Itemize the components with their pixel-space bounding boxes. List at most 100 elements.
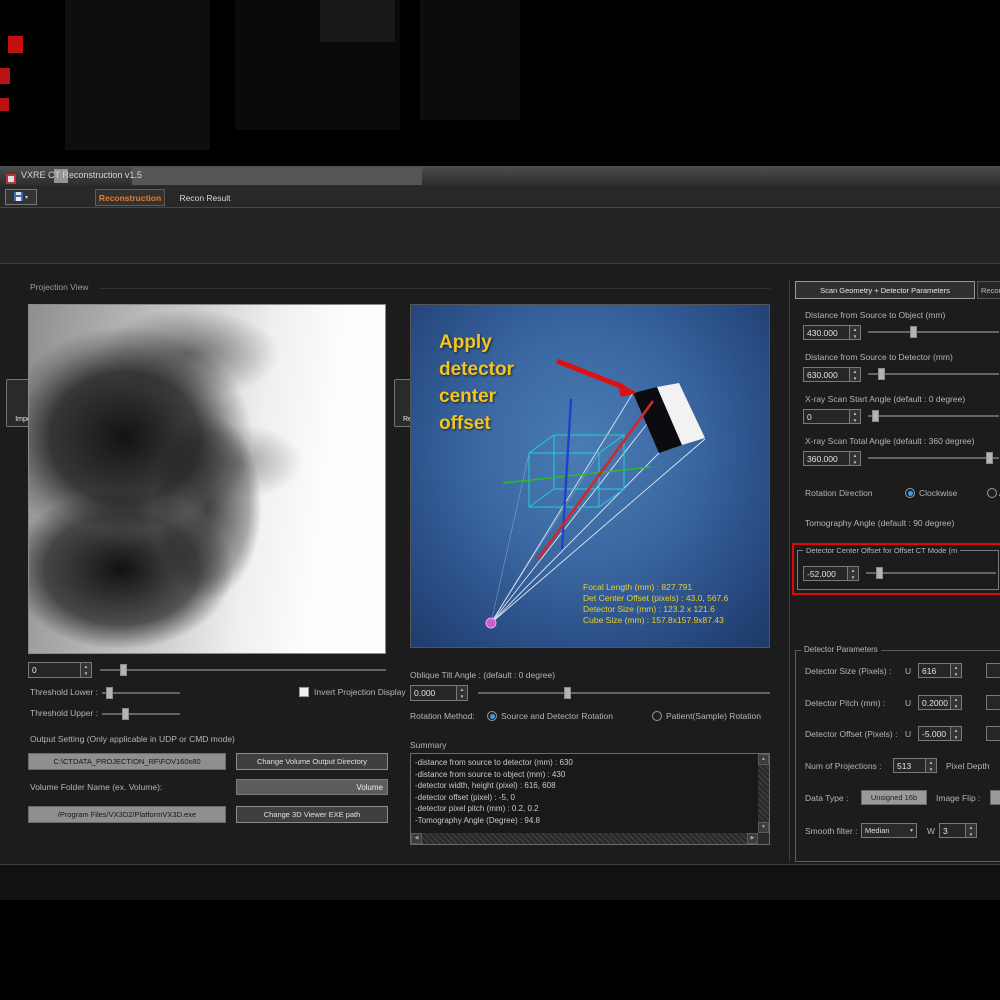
- title-bar[interactable]: VXRE CT Reconstruction v1.5: [0, 166, 1000, 186]
- spinner-arrows-icon[interactable]: ▲▼: [849, 368, 860, 381]
- detector-size-u-spinner[interactable]: 616 ▲▼: [918, 663, 962, 678]
- detector-center-offset-spinner[interactable]: -52.000 ▲▼: [803, 566, 859, 581]
- summary-title: Summary: [410, 740, 446, 750]
- threshold-lower-label: Threshold Lower :: [30, 687, 98, 697]
- clockwise-label: Clockwise: [919, 488, 957, 498]
- slider-handle[interactable]: [878, 368, 885, 380]
- smooth-window-spinner[interactable]: 3 ▲▼: [939, 823, 977, 838]
- frame-spinner[interactable]: 0 ▲▼: [28, 662, 92, 678]
- spinner-arrows-icon[interactable]: ▲▼: [965, 824, 976, 837]
- smooth-filter-dropdown[interactable]: Median ▾: [861, 823, 917, 838]
- num-projections-spinner[interactable]: 513 ▲▼: [893, 758, 937, 773]
- pixel-depth-label: Pixel Depth: [946, 761, 989, 771]
- clockwise-radio[interactable]: [905, 488, 915, 498]
- spinner-arrows-icon[interactable]: ▲▼: [950, 696, 961, 709]
- detector-offset-u-spinner[interactable]: -5.000 ▲▼: [918, 726, 962, 741]
- slider-handle[interactable]: [986, 452, 993, 464]
- anticlockwise-radio[interactable]: [987, 488, 997, 498]
- param-value: -52.000: [804, 567, 847, 580]
- oblique-tilt-spinner[interactable]: 0.000 ▲▼: [410, 685, 468, 701]
- volume-folder-label: Volume Folder Name (ex. Volume):: [30, 782, 162, 792]
- tomography-angle-label: Tomography Angle (default : 90 degree): [805, 518, 954, 528]
- detector-parameters-title: Detector Parameters: [801, 645, 881, 654]
- spinner-arrows-icon[interactable]: ▲▼: [950, 664, 961, 677]
- detector-offset-label: Detector Offset (Pixels) :: [805, 729, 897, 739]
- frame-slider[interactable]: [100, 663, 386, 677]
- spinner-arrows-icon[interactable]: ▲▼: [849, 452, 860, 465]
- slider-handle[interactable]: [106, 687, 113, 699]
- threshold-upper-slider[interactable]: [102, 707, 180, 721]
- geometry-3d-view[interactable]: Apply detector center offset Focal Lengt…: [410, 304, 770, 648]
- invert-projection-checkbox[interactable]: [299, 687, 309, 697]
- spinner-arrows-icon[interactable]: ▲▼: [847, 567, 858, 580]
- param-value: 3: [940, 824, 965, 837]
- image-flip-label: Image Flip :: [936, 793, 980, 803]
- source-detector-distance-spinner[interactable]: 630.000 ▲▼: [803, 367, 861, 382]
- viewer-exe-path-button[interactable]: /Program Files/VX3D2/PlatformVX3D.exe: [28, 806, 226, 823]
- tab-reconstruction[interactable]: Reconstruction: [95, 189, 165, 206]
- param-value: 630.000: [804, 368, 849, 381]
- scan-start-angle-slider[interactable]: [868, 409, 999, 423]
- spinner-arrows-icon[interactable]: ▲▼: [456, 686, 467, 700]
- screen: VXRE CT Reconstruction v1.5 ▾ Reconstruc…: [0, 0, 1000, 1000]
- slider-handle[interactable]: [876, 567, 883, 579]
- summary-text: -distance from source to detector (mm) :…: [415, 757, 755, 831]
- scan-total-angle-spinner[interactable]: 360.000 ▲▼: [803, 451, 861, 466]
- detector-pitch-v-spinner[interactable]: ▲▼: [986, 695, 1000, 710]
- threshold-lower-slider[interactable]: [102, 686, 180, 700]
- scroll-up-icon[interactable]: ▲: [758, 754, 769, 765]
- num-projections-label: Num of Projections :: [805, 761, 882, 771]
- app-bottom-strip: [0, 865, 1000, 900]
- detector-pitch-u-spinner[interactable]: 0.2000 ▲▼: [918, 695, 962, 710]
- spinner-arrows-icon[interactable]: ▲▼: [849, 410, 860, 423]
- tab-scan-geometry[interactable]: Scan Geometry + Detector Parameters: [795, 281, 975, 299]
- param-value: 616: [919, 664, 950, 677]
- param-label: X-ray Scan Total Angle (default : 360 de…: [805, 436, 974, 446]
- output-directory-path-button[interactable]: C:\CTDATA_PROJECTION_RF\FOV160x80: [28, 753, 226, 770]
- scroll-left-icon[interactable]: ◀: [411, 833, 422, 844]
- spinner-arrows-icon[interactable]: ▲▼: [925, 759, 936, 772]
- bottom-black-bar: [0, 900, 1000, 1000]
- change-output-directory-button[interactable]: Change Volume Output Directory: [236, 753, 388, 770]
- source-object-distance-slider[interactable]: [868, 325, 999, 339]
- quick-save-button[interactable]: ▾: [5, 189, 37, 205]
- projection-image: [28, 304, 386, 654]
- detector-size-v-spinner[interactable]: ▲▼: [986, 663, 1000, 678]
- spinner-arrows-icon[interactable]: ▲▼: [849, 326, 860, 339]
- toolbar: [0, 208, 1000, 264]
- data-type-button[interactable]: Unsigned 16b: [861, 790, 927, 805]
- image-flip-button[interactable]: [990, 790, 1000, 805]
- tab-recon[interactable]: Recon: [977, 281, 1000, 299]
- menu-bar: ▾ Reconstruction Recon Result: [0, 186, 1000, 208]
- detector-center-offset-slider[interactable]: [866, 566, 996, 580]
- frame-value: 0: [29, 663, 80, 677]
- spinner-arrows-icon[interactable]: ▲▼: [950, 727, 961, 740]
- patient-rotation-radio[interactable]: [652, 711, 662, 721]
- change-viewer-exe-button[interactable]: Change 3D Viewer EXE path: [236, 806, 388, 823]
- source-object-distance-spinner[interactable]: 430.000 ▲▼: [803, 325, 861, 340]
- floppy-icon: [14, 188, 23, 206]
- data-type-label: Data Type :: [805, 793, 848, 803]
- slider-handle[interactable]: [120, 664, 127, 676]
- desktop-thumbnail: [65, 0, 210, 150]
- scan-start-angle-spinner[interactable]: 0 ▲▼: [803, 409, 861, 424]
- volume-folder-input[interactable]: Volume: [236, 779, 388, 795]
- slider-handle[interactable]: [122, 708, 129, 720]
- scroll-down-icon[interactable]: ▼: [758, 822, 769, 833]
- tab-recon-result[interactable]: Recon Result: [169, 189, 241, 206]
- slider-handle[interactable]: [564, 687, 571, 699]
- oblique-tilt-slider[interactable]: [478, 686, 770, 700]
- param-value: 360.000: [804, 452, 849, 465]
- source-detector-distance-slider[interactable]: [868, 367, 999, 381]
- spinner-arrows-icon[interactable]: ▲▼: [80, 663, 91, 677]
- smooth-filter-label: Smooth filter :: [805, 826, 857, 836]
- detector-pitch-label: Detector Pitch (mm) :: [805, 698, 885, 708]
- slider-handle[interactable]: [872, 410, 879, 422]
- slider-handle[interactable]: [910, 326, 917, 338]
- source-detector-rotation-radio[interactable]: [487, 711, 497, 721]
- scroll-right-icon[interactable]: ▶: [747, 833, 758, 844]
- param-value: 430.000: [804, 326, 849, 339]
- detector-offset-v-spinner[interactable]: ▲▼: [986, 726, 1000, 741]
- scan-total-angle-slider[interactable]: [868, 451, 999, 465]
- threshold-upper-label: Threshold Upper :: [30, 708, 98, 718]
